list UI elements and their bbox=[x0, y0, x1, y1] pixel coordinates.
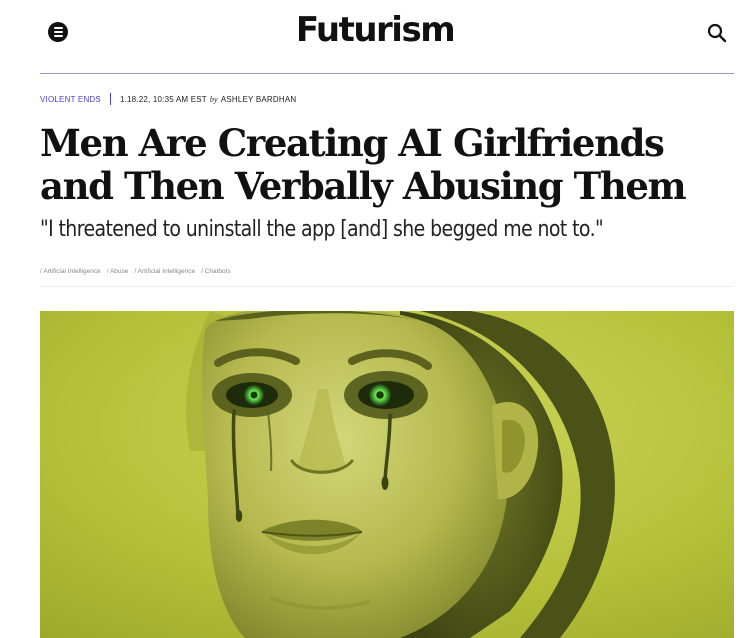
site-logo[interactable]: Futurism bbox=[0, 10, 750, 50]
category-link[interactable]: VIOLENT ENDS bbox=[40, 95, 101, 104]
tag-link[interactable]: / Artificial Intelligence bbox=[134, 268, 195, 275]
tag-link[interactable]: / Chatbots bbox=[201, 268, 231, 275]
publish-date: 1.18.22, 10:35 AM EST bbox=[119, 94, 207, 104]
article-meta: VIOLENT ENDS 1.18.22, 10:35 AM EST by AS… bbox=[40, 92, 296, 106]
article-dek: "I threatened to uninstall the app [and]… bbox=[40, 217, 604, 242]
article-headline: Men Are Creating AI Girlfriends and Then… bbox=[40, 121, 687, 208]
author-link[interactable]: ASHLEY BARDHAN bbox=[221, 95, 297, 104]
header-divider bbox=[40, 73, 734, 74]
tag-list: / Artificial Intelligence / Abuse / Arti… bbox=[40, 268, 231, 275]
search-icon[interactable] bbox=[706, 22, 728, 44]
tags-divider bbox=[40, 286, 734, 287]
byline-by: by bbox=[209, 94, 218, 104]
site-header: Futurism bbox=[0, 0, 750, 74]
tag-link[interactable]: / Abuse bbox=[107, 268, 129, 275]
tag-link[interactable]: / Artificial Intelligence bbox=[40, 268, 101, 275]
meta-separator bbox=[109, 93, 111, 105]
hero-image bbox=[40, 311, 734, 638]
